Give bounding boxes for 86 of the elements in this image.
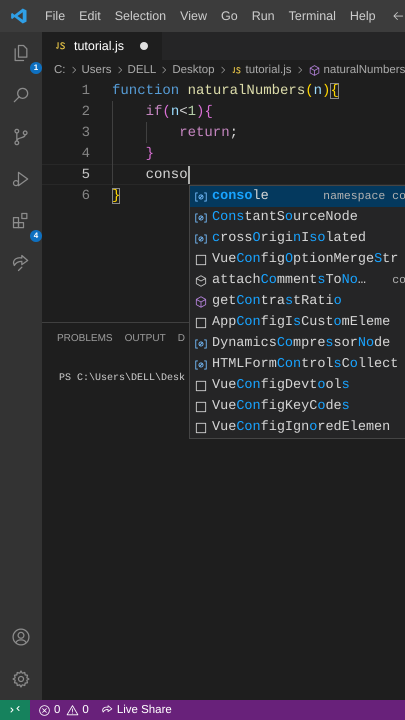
warning-icon[interactable] [66, 704, 80, 716]
error-icon[interactable] [38, 704, 51, 716]
suggestion-item[interactable]: crossOriginIsolated [190, 228, 405, 249]
account-icon[interactable] [11, 627, 31, 647]
cube-icon [194, 274, 208, 288]
suggestion-item[interactable]: attachCommentsToNo… co [190, 270, 405, 291]
square-icon [194, 378, 208, 392]
code-line: return; [179, 124, 238, 140]
line-number: 1 [80, 82, 90, 98]
line-number: 3 [80, 124, 90, 140]
menu-item[interactable]: File [38, 9, 72, 23]
menu-item[interactable]: Edit [72, 9, 108, 23]
warning-count[interactable]: 0 [82, 704, 89, 716]
code-line: function naturalNumbers(n){ [112, 82, 339, 98]
live-share-button[interactable]: Live Share [116, 704, 172, 716]
line-number: 2 [80, 104, 90, 120]
menu-item[interactable]: Terminal [282, 9, 343, 23]
suggestion-label: crossOriginIsolated [212, 231, 366, 246]
breadcrumb-item[interactable]: C: [54, 64, 66, 76]
suggestion-item[interactable]: VueConfigKeyCodes [190, 396, 405, 417]
suggestion-detail: namespace co [323, 190, 405, 203]
suggestion-label: console [212, 189, 269, 204]
suggestion-label: VueConfigIgnoredElemen [212, 420, 390, 435]
js-file-icon [230, 66, 242, 74]
breadcrumb-item[interactable]: Users [82, 64, 112, 76]
menu-item[interactable]: View [173, 9, 214, 23]
cube-icon [194, 294, 208, 308]
suggestion-item[interactable]: getContrastRatio [190, 291, 405, 312]
panel-tab[interactable]: PROBLEMS [57, 333, 113, 353]
bracket-box-icon [194, 232, 208, 246]
js-file-icon [54, 41, 68, 51]
menu-item[interactable]: Help [342, 9, 383, 23]
line-number: 5 [80, 166, 90, 182]
line-number: 4 [80, 146, 90, 162]
suggestion-item[interactable]: HTMLFormControlsCollect [190, 354, 405, 375]
back-arrow-icon[interactable] [391, 9, 405, 23]
bracket-box-icon [194, 336, 208, 350]
suggestion-label: VueConfigDevtools [212, 378, 350, 393]
breadcrumb-item[interactable]: tutorial.js [246, 64, 292, 76]
suggestion-detail: co [392, 274, 405, 287]
square-icon [194, 252, 208, 266]
suggestion-item[interactable]: ConstantSourceNode [190, 207, 405, 228]
suggestion-label: DynamicsCompressorNode [212, 336, 390, 351]
code-line: conso [146, 166, 188, 182]
count-badge: 4 [30, 230, 42, 242]
suggestion-label: getContrastRatio [212, 294, 342, 309]
bracket-box-icon [194, 210, 208, 224]
code-line: if(n<1){ [146, 104, 213, 120]
square-icon [194, 316, 208, 330]
terminal-prompt: PS C:\Users\DELL\Desk [59, 373, 186, 384]
settings-icon[interactable] [11, 669, 31, 689]
suggestion-label: AppConfigIsCustomEleme [212, 315, 390, 330]
suggestion-label: attachCommentsToNo… [212, 273, 366, 288]
app-logo-icon [10, 7, 28, 25]
breadcrumb-item[interactable]: DELL [128, 64, 156, 76]
suggestion-label: VueConfigKeyCodes [212, 399, 350, 414]
line-number: 6 [80, 188, 90, 204]
code-line: } [112, 188, 120, 204]
menu-item[interactable]: Selection [108, 9, 174, 23]
menu-item[interactable]: Go [214, 9, 245, 23]
remote-button[interactable] [0, 700, 30, 720]
bracket-box-icon [194, 358, 208, 372]
suggestion-item[interactable]: DynamicsCompressorNode [190, 333, 405, 354]
editor-tab[interactable]: tutorial.js [42, 32, 162, 60]
square-icon [194, 400, 208, 414]
panel-tab[interactable]: OUTPUT [124, 333, 166, 353]
suggestion-item[interactable]: AppConfigIsCustomEleme [190, 312, 405, 333]
suggestion-label: ConstantSourceNode [212, 210, 358, 225]
play-bug-icon[interactable] [11, 169, 31, 189]
menu-item[interactable]: Run [244, 9, 282, 23]
suggestion-label: VueConfigOptionMergeStr [212, 252, 398, 267]
error-count[interactable]: 0 [54, 704, 60, 716]
suggestion-item[interactable]: VueConfigIgnoredElemen [190, 417, 405, 438]
panel-tab[interactable]: D [178, 333, 185, 353]
count-badge: 1 [30, 62, 42, 74]
bracket-box-icon [194, 190, 208, 204]
breadcrumb-item[interactable]: naturalNumbers [324, 64, 405, 76]
suggestion-item[interactable]: VueConfigOptionMergeStr [190, 249, 405, 270]
square-icon [194, 420, 208, 434]
breadcrumb-item[interactable]: Desktop [172, 64, 214, 76]
search-icon[interactable] [11, 85, 31, 105]
cube-icon [308, 64, 321, 76]
suggestion-item[interactable]: VueConfigDevtools [190, 375, 405, 396]
suggestion-item[interactable]: console namespace co [190, 186, 405, 207]
suggestion-label: HTMLFormControlsCollect [212, 357, 398, 372]
code-line: } [146, 146, 154, 162]
